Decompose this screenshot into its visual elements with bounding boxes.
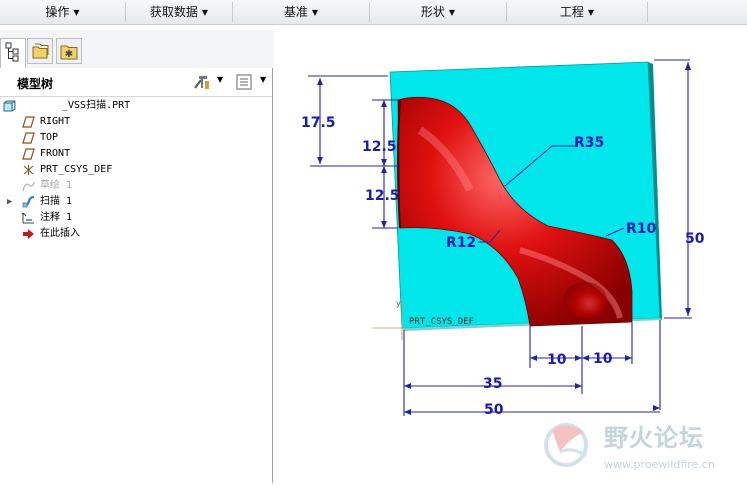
dim-10-left[interactable]: 10	[547, 352, 567, 368]
menu-get-data-label: 获取数据	[149, 5, 198, 19]
expand-arrow-icon[interactable]: ▶	[7, 194, 12, 210]
svg-text:✱: ✱	[65, 49, 73, 60]
dim-12-5-top[interactable]: 12.5	[362, 139, 397, 155]
model-tree-header: 模型树 ▼ ▼	[0, 68, 272, 97]
dim-50-bottom-lines	[404, 320, 661, 413]
model-tree-panel: 模型树 ▼ ▼ _VSS扫描.PRT RIGHT TOP FRONT PRT_C…	[0, 68, 273, 483]
tree-item-label: 扫描 1	[40, 196, 73, 207]
datum-plane-icon	[22, 132, 35, 144]
chevron-down-icon: ▼	[201, 8, 209, 17]
menu-separator	[647, 2, 648, 22]
watermark: 野火论坛 www.proewildfire.cn	[544, 423, 715, 471]
dim-12-5-bottom[interactable]: 12.5	[365, 188, 400, 204]
tree-item-right[interactable]: RIGHT	[0, 114, 270, 130]
tree-item-label: 注释 1	[40, 212, 73, 223]
tree-item-label: 草绘 1	[40, 180, 73, 191]
tab-model-tree[interactable]	[0, 38, 26, 69]
chevron-down-icon[interactable]: ▼	[217, 75, 223, 84]
chevron-down-icon: ▼	[587, 8, 595, 17]
graphics-viewport[interactable]: y PRT_CSYS_DEF 17.5 12.5 12.5 R35 R12 R1…	[275, 30, 747, 483]
dim-r35[interactable]: R35	[574, 135, 604, 151]
chevron-down-icon: ▼	[73, 8, 80, 17]
dim-17-5[interactable]: 17.5	[301, 115, 336, 131]
tree-settings-icon[interactable]	[192, 73, 212, 91]
sweep-icon	[22, 196, 35, 208]
annotation-icon	[22, 212, 34, 224]
model-tree-title: 模型树	[17, 77, 54, 91]
menu-datum-label: 基准	[283, 5, 308, 19]
tree-item-label: FRONT	[40, 148, 71, 159]
menu-datum[interactable]: 基准 ▼	[233, 0, 369, 24]
favorites-folder-icon: ✱	[60, 45, 78, 60]
menu-get-data[interactable]: 获取数据 ▼	[126, 0, 232, 24]
dim-10-right[interactable]: 10	[593, 351, 613, 367]
chevron-down-icon[interactable]: ▼	[260, 75, 266, 84]
watermark-brand: 野火论坛	[604, 424, 704, 452]
chevron-down-icon: ▼	[311, 8, 319, 17]
tree-item-label: 在此插入	[40, 228, 80, 239]
menu-engineering-label: 工程	[559, 5, 584, 19]
tree-item-front[interactable]: FRONT	[0, 146, 270, 162]
coordinate-system-icon	[23, 165, 34, 175]
tab-folder-browser[interactable]	[27, 38, 53, 64]
csys-label: PRT_CSYS_DEF	[409, 317, 474, 327]
dim-r10[interactable]: R10	[626, 221, 657, 237]
watermark-logo-icon	[544, 423, 588, 467]
folder-icon	[32, 43, 49, 59]
insert-here-arrow-icon	[23, 229, 34, 239]
model-view[interactable]: y PRT_CSYS_DEF 17.5 12.5 12.5 R35 R12 R1…	[275, 30, 747, 483]
menu-operations[interactable]: 操作 ▼	[0, 0, 125, 24]
tree-item-insert-here[interactable]: 在此插入	[0, 226, 270, 242]
datum-plane-icon	[22, 116, 35, 128]
watermark-url: www.proewildfire.cn	[604, 458, 715, 471]
show-columns-icon[interactable]	[235, 73, 253, 91]
menu-bar: 操作 ▼ 获取数据 ▼ 基准 ▼ 形状 ▼ 工程 ▼	[0, 0, 747, 25]
tree-root-label: _VSS扫描.PRT	[62, 100, 131, 111]
csys-y-label: y	[396, 299, 401, 308]
sweep-shade	[563, 282, 607, 318]
dim-50-right[interactable]: 50	[685, 231, 705, 247]
menu-operations-label: 操作	[45, 5, 70, 19]
model-tree-icon	[5, 42, 19, 62]
dim-r12[interactable]: R12	[446, 235, 476, 251]
tree-item-label: RIGHT	[40, 116, 71, 127]
datum-plane-icon	[22, 148, 35, 160]
tree-item-top[interactable]: TOP	[0, 130, 270, 146]
navigator-tabs: ✱	[0, 30, 274, 69]
sketch-icon	[22, 181, 35, 192]
part-icon	[3, 100, 16, 112]
tree-item-annotation[interactable]: 注释 1	[0, 210, 270, 226]
dim-arrows	[404, 405, 660, 415]
tree-item-sweep[interactable]: ▶ 扫描 1	[0, 194, 270, 210]
tree-item-label: PRT_CSYS_DEF	[40, 164, 113, 175]
dim-35[interactable]: 35	[483, 376, 502, 392]
tree-item-label: TOP	[40, 132, 59, 143]
tree-item-csys[interactable]: PRT_CSYS_DEF	[0, 162, 270, 178]
tab-favorites[interactable]: ✱	[56, 38, 82, 64]
chevron-down-icon: ▼	[448, 8, 456, 17]
menu-engineering[interactable]: 工程 ▼	[507, 0, 647, 24]
menu-shapes-label: 形状	[420, 5, 445, 19]
menu-shapes[interactable]: 形状 ▼	[370, 0, 506, 24]
tree-root-part[interactable]: _VSS扫描.PRT	[0, 98, 270, 114]
tree-item-sketch[interactable]: 草绘 1	[0, 178, 270, 194]
dim-50-bottom[interactable]: 50	[484, 402, 504, 418]
